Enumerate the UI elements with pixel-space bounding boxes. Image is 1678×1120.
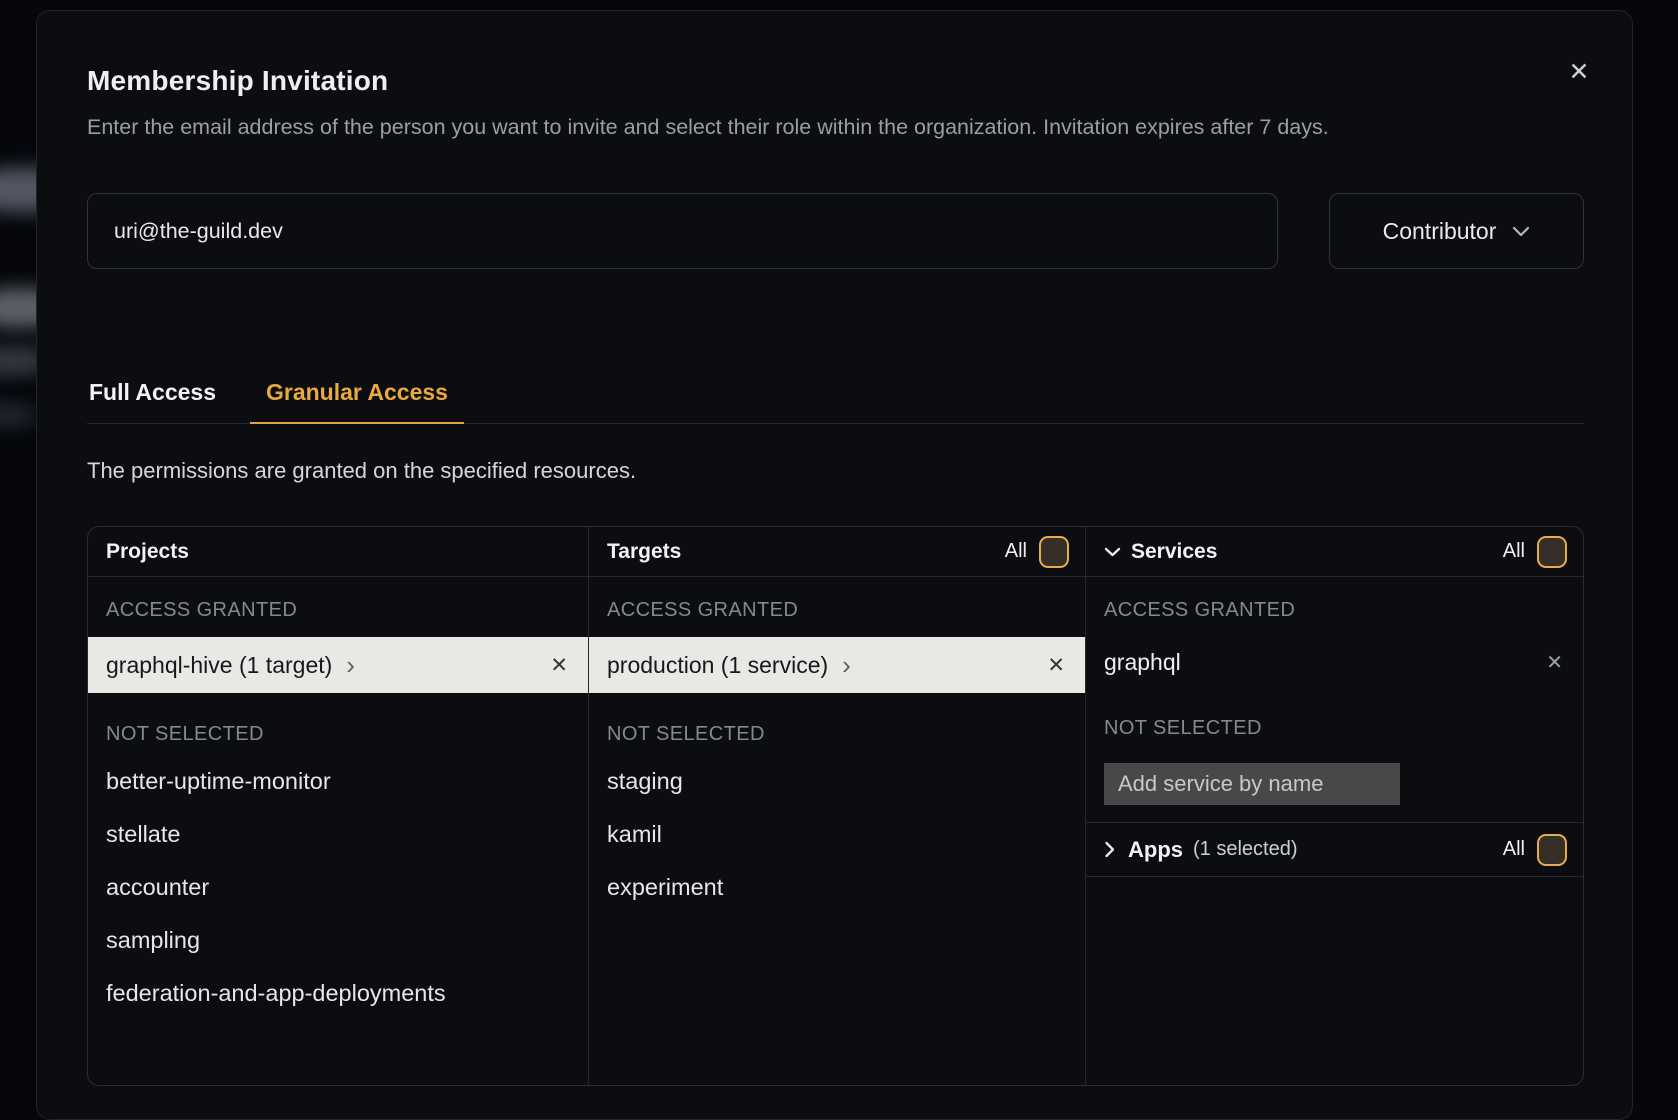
email-field[interactable] [87, 193, 1278, 269]
membership-invitation-modal: ✕ Membership Invitation Enter the email … [36, 10, 1633, 1120]
services-column: Services All ACCESS GRANTED graphql ✕ NO… [1085, 527, 1583, 1085]
not-selected-label: NOT SELECTED [607, 723, 1067, 746]
project-list-item[interactable]: federation-and-app-deployments [88, 967, 588, 1020]
apps-all-checkbox[interactable] [1537, 834, 1567, 866]
background-blur-artifact [0, 402, 38, 428]
resource-permission-table: Projects ACCESS GRANTED graphql-hive (1 … [87, 526, 1584, 1086]
chevron-right-icon: › [842, 652, 851, 678]
projects-column-header: Projects [88, 527, 588, 577]
not-selected-label: NOT SELECTED [1104, 717, 1565, 740]
selected-project-row[interactable]: graphql-hive (1 target) › ✕ [88, 637, 588, 693]
access-granted-label: ACCESS GRANTED [106, 599, 570, 622]
selected-target-row[interactable]: production (1 service) › ✕ [589, 637, 1085, 693]
project-list-item[interactable]: better-uptime-monitor [88, 755, 588, 808]
not-selected-label: NOT SELECTED [106, 723, 570, 746]
targets-not-selected-list: stagingkamilexperiment [589, 755, 1085, 914]
targets-column-title: Targets [607, 540, 681, 564]
projects-column-title: Projects [106, 540, 189, 564]
chevron-down-icon [1104, 547, 1121, 557]
target-list-item[interactable]: kamil [589, 808, 1085, 861]
selected-service-label: graphql [1104, 649, 1181, 676]
apps-label: Apps [1128, 837, 1183, 863]
selected-service-row: graphql ✕ [1086, 637, 1583, 687]
add-service-input[interactable] [1104, 763, 1400, 805]
remove-service-icon[interactable]: ✕ [1546, 650, 1563, 675]
targets-all-label: All [1005, 540, 1027, 563]
project-list-item[interactable]: sampling [88, 914, 588, 967]
services-all-checkbox[interactable] [1537, 536, 1567, 568]
access-tabs: Full Access Granular Access [87, 379, 1584, 424]
services-column-title: Services [1131, 540, 1217, 564]
page-title: Membership Invitation [87, 65, 1584, 97]
services-all-label: All [1503, 540, 1525, 563]
apps-selected-count: (1 selected) [1193, 838, 1298, 861]
selected-target-label: production (1 service) [607, 652, 828, 679]
remove-project-icon[interactable]: ✕ [550, 653, 568, 678]
projects-not-selected-list: better-uptime-monitorstellateaccountersa… [88, 755, 588, 1020]
role-dropdown-value: Contributor [1383, 218, 1497, 245]
tab-full-access[interactable]: Full Access [87, 379, 218, 423]
target-list-item[interactable]: experiment [589, 861, 1085, 914]
close-icon[interactable]: ✕ [1562, 55, 1596, 89]
tab-granular-access[interactable]: Granular Access [250, 379, 464, 423]
targets-column-header: Targets All [589, 527, 1085, 577]
chevron-down-icon [1512, 226, 1530, 237]
apps-all-label: All [1503, 838, 1525, 861]
access-granted-label: ACCESS GRANTED [1104, 599, 1565, 622]
targets-all-checkbox[interactable] [1039, 536, 1069, 568]
project-list-item[interactable]: accounter [88, 861, 588, 914]
chevron-right-icon: › [346, 652, 355, 678]
chevron-right-icon [1104, 841, 1115, 858]
apps-section-row[interactable]: Apps (1 selected) All [1086, 822, 1583, 877]
target-list-item[interactable]: staging [589, 755, 1085, 808]
projects-column: Projects ACCESS GRANTED graphql-hive (1 … [88, 527, 588, 1085]
project-list-item[interactable]: stellate [88, 808, 588, 861]
invite-form-row: Contributor [87, 193, 1584, 269]
permissions-note: The permissions are granted on the speci… [87, 458, 1584, 484]
remove-target-icon[interactable]: ✕ [1047, 653, 1065, 678]
access-granted-label: ACCESS GRANTED [607, 599, 1067, 622]
role-dropdown[interactable]: Contributor [1329, 193, 1584, 269]
modal-description: Enter the email address of the person yo… [87, 109, 1519, 145]
targets-column: Targets All ACCESS GRANTED production (1… [588, 527, 1085, 1085]
services-column-header[interactable]: Services All [1086, 527, 1583, 577]
selected-project-label: graphql-hive (1 target) [106, 652, 332, 679]
